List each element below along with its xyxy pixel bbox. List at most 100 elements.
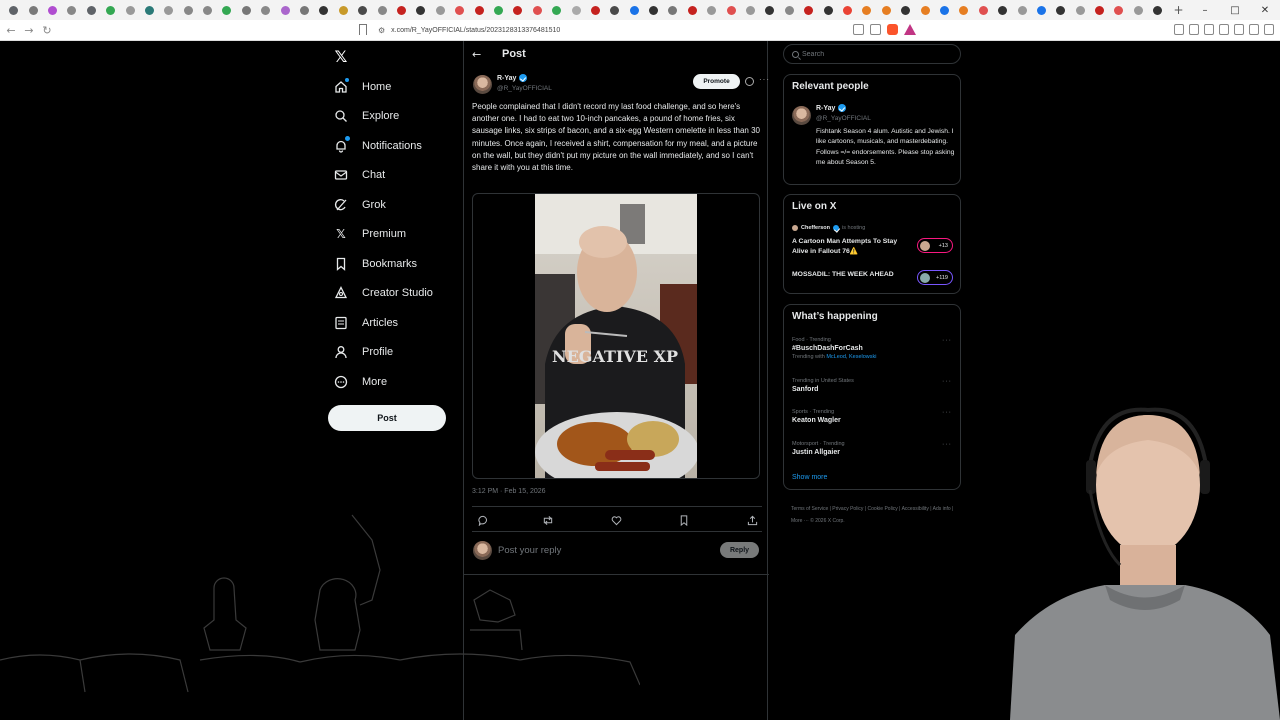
footer-links[interactable]: Terms of Service | Privacy Policy | Cook… xyxy=(791,503,956,527)
back-arrow-icon[interactable]: ← xyxy=(472,48,486,61)
back-icon[interactable]: ← xyxy=(4,20,18,41)
nav-item-premium[interactable]: 𝕏 Premium xyxy=(332,220,458,250)
tab-favicon-icon[interactable] xyxy=(935,0,954,20)
trend-item[interactable]: Motorsport · Trending Justin Allgaier ··… xyxy=(792,441,952,456)
tab-favicon-icon[interactable] xyxy=(877,0,896,20)
rewards-icon[interactable] xyxy=(904,24,916,35)
tab-favicon-icon[interactable] xyxy=(101,0,120,20)
tab-favicon-icon[interactable] xyxy=(1129,0,1148,20)
tab-favicon-icon[interactable] xyxy=(469,0,488,20)
tab-favicon-icon[interactable] xyxy=(683,0,702,20)
tab-favicon-icon[interactable] xyxy=(896,0,915,20)
post-media[interactable]: NEGATIVE XP xyxy=(472,193,760,479)
person-handle[interactable]: @R_YayOFFICIAL xyxy=(816,115,871,122)
tab-favicon-icon[interactable] xyxy=(120,0,139,20)
site-info-icon[interactable]: ⚙ xyxy=(378,26,385,35)
avatar[interactable] xyxy=(792,106,811,125)
tab-favicon-icon[interactable] xyxy=(392,0,411,20)
tab-favicon-icon[interactable] xyxy=(489,0,508,20)
tab-favicon-icon[interactable] xyxy=(295,0,314,20)
nav-item-creator-studio[interactable]: Creator Studio xyxy=(332,279,458,309)
bookmark-post-icon[interactable] xyxy=(678,514,690,526)
tab-favicon-icon[interactable] xyxy=(159,0,178,20)
tab-favicon-icon[interactable] xyxy=(702,0,721,20)
tab-favicon-icon[interactable] xyxy=(644,0,663,20)
x-logo-icon[interactable]: 𝕏 xyxy=(328,44,354,68)
tab-favicon-icon[interactable] xyxy=(1148,0,1167,20)
live-host[interactable]: Chefferson is hosting xyxy=(792,225,865,231)
sidebar-icon[interactable] xyxy=(1174,24,1184,35)
tab-favicon-icon[interactable] xyxy=(217,0,236,20)
tab-favicon-icon[interactable] xyxy=(1032,0,1051,20)
tab-favicon-icon[interactable] xyxy=(566,0,585,20)
promote-button[interactable]: Promote xyxy=(693,74,740,89)
tab-favicon-icon[interactable] xyxy=(954,0,973,20)
tab-favicon-icon[interactable] xyxy=(508,0,527,20)
tab-favicon-icon[interactable] xyxy=(179,0,198,20)
tab-favicon-icon[interactable] xyxy=(353,0,372,20)
tab-favicon-icon[interactable] xyxy=(372,0,391,20)
tab-favicon-icon[interactable] xyxy=(62,0,81,20)
tab-favicon-icon[interactable] xyxy=(198,0,217,20)
author-handle[interactable]: @R_YayOFFICIAL xyxy=(497,85,552,92)
share-icon[interactable] xyxy=(870,24,881,35)
search-input[interactable] xyxy=(802,48,952,61)
grok-explain-icon[interactable] xyxy=(745,77,754,86)
tab-favicon-icon[interactable] xyxy=(721,0,740,20)
tab-favicon-icon[interactable] xyxy=(780,0,799,20)
tab-favicon-icon[interactable] xyxy=(625,0,644,20)
tab-favicon-icon[interactable] xyxy=(857,0,876,20)
tab-favicon-icon[interactable] xyxy=(275,0,294,20)
reload-icon[interactable]: ↻ xyxy=(40,20,54,41)
live-listeners-pill[interactable]: +13 xyxy=(917,238,953,253)
wallet-icon[interactable] xyxy=(1219,24,1229,35)
forward-icon[interactable]: → xyxy=(22,20,36,41)
tab-favicon-icon[interactable] xyxy=(818,0,837,20)
nav-item-notifications[interactable]: Notifications xyxy=(332,131,458,161)
tab-favicon-icon[interactable] xyxy=(140,0,159,20)
tab-favicon-icon[interactable] xyxy=(4,0,23,20)
nav-item-explore[interactable]: Explore xyxy=(332,102,458,132)
video-player[interactable]: NEGATIVE XP xyxy=(535,194,697,478)
url-field[interactable]: ⚙ x.com/R_YayOFFICIAL/status/20231283133… xyxy=(378,23,918,38)
close-window-icon[interactable]: ✕ xyxy=(1250,0,1280,20)
show-more-link[interactable]: Show more xyxy=(792,474,827,481)
tab-favicon-icon[interactable] xyxy=(741,0,760,20)
trend-more-icon[interactable]: ··· xyxy=(942,441,952,448)
tab-favicon-icon[interactable] xyxy=(974,0,993,20)
tab-favicon-icon[interactable] xyxy=(993,0,1012,20)
trend-more-icon[interactable]: ··· xyxy=(942,337,952,344)
person-name-link[interactable]: R-Yay xyxy=(816,104,847,112)
trend-more-icon[interactable]: ··· xyxy=(942,409,952,416)
tab-favicon-icon[interactable] xyxy=(663,0,682,20)
share-post-icon[interactable] xyxy=(746,514,758,526)
tab-favicon-icon[interactable] xyxy=(23,0,42,20)
nav-item-more[interactable]: More xyxy=(332,367,458,397)
trend-item[interactable]: Sports · Trending Keaton Wagler ··· xyxy=(792,409,952,424)
tab-favicon-icon[interactable] xyxy=(915,0,934,20)
reply-button[interactable]: Reply xyxy=(720,542,759,558)
tab-favicon-icon[interactable] xyxy=(838,0,857,20)
tab-favicon-icon[interactable] xyxy=(547,0,566,20)
live-space-title[interactable]: MOSSADIL: THE WEEK AHEAD xyxy=(792,270,907,280)
menu-icon[interactable] xyxy=(1264,24,1274,35)
more-options-icon[interactable]: ··· xyxy=(759,75,770,84)
tab-favicon-icon[interactable] xyxy=(799,0,818,20)
live-space-title[interactable]: A Cartoon Man Attempts To Stay Alive in … xyxy=(792,237,907,256)
nav-item-bookmarks[interactable]: Bookmarks xyxy=(332,249,458,279)
tab-favicon-icon[interactable] xyxy=(237,0,256,20)
downloads-icon[interactable] xyxy=(1189,24,1199,35)
nav-item-profile[interactable]: Profile xyxy=(332,338,458,368)
tab-favicon-icon[interactable] xyxy=(1051,0,1070,20)
post-button[interactable]: Post xyxy=(328,405,446,431)
trend-item[interactable]: Trending in United States Sanford ··· xyxy=(792,378,952,393)
tab-favicon-icon[interactable] xyxy=(1070,0,1089,20)
nav-item-grok[interactable]: Grok xyxy=(332,190,458,220)
trend-related-links[interactable]: McLeod, Keselowski xyxy=(826,354,876,360)
avatar[interactable] xyxy=(473,75,492,94)
tab-favicon-icon[interactable] xyxy=(82,0,101,20)
brave-shields-icon[interactable] xyxy=(887,24,898,35)
nav-item-articles[interactable]: Articles xyxy=(332,308,458,338)
search-box[interactable] xyxy=(783,44,961,64)
post-timestamp[interactable]: 3:12 PM · Feb 15, 2026 xyxy=(472,488,546,495)
